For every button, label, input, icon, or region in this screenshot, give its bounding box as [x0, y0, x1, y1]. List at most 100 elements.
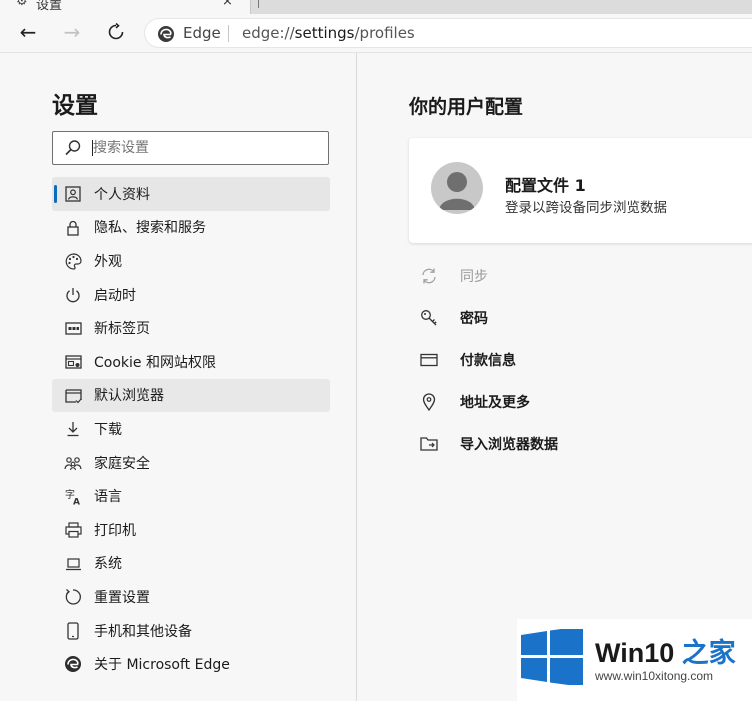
gear-icon: ⚙ — [16, 0, 28, 9]
watermark: Win10 之家 www.win10xitong.com — [517, 619, 752, 701]
url-host: settings — [294, 24, 355, 42]
sidebar-item-label: 外观 — [94, 253, 122, 270]
sidebar-item-label: 启动时 — [94, 287, 136, 304]
address-brand: Edge — [183, 24, 221, 42]
reset-icon — [64, 588, 82, 606]
settings-sidebar: 设置 个人资料 隐私、搜索和服务 外观 — [0, 53, 357, 701]
sidebar-item-downloads[interactable]: 下载 — [52, 412, 330, 446]
option-addresses[interactable]: 地址及更多 — [417, 390, 737, 414]
tab-settings[interactable]: ⚙ 设置 × — [0, 0, 251, 14]
watermark-title-accent: 之家 — [681, 638, 736, 668]
printer-icon — [64, 521, 82, 539]
sidebar-item-about[interactable]: 关于 Microsoft Edge — [52, 647, 330, 681]
option-label: 付款信息 — [460, 353, 516, 369]
sidebar-item-phone[interactable]: 手机和其他设备 — [52, 614, 330, 648]
sidebar-item-label: 打印机 — [94, 522, 136, 539]
browser-toolbar: ← → Edge edge://settings/profiles — [0, 14, 752, 53]
browser-icon — [64, 387, 82, 405]
download-icon — [64, 420, 82, 438]
profile-subtitle: 登录以跨设备同步浏览数据 — [505, 200, 667, 216]
sidebar-item-label: Cookie 和网站权限 — [94, 354, 216, 371]
address-separator — [228, 25, 229, 42]
profile-name: 配置文件 1 — [505, 176, 586, 195]
url-scheme: edge:// — [242, 24, 295, 42]
sidebar-nav: 个人资料 隐私、搜索和服务 外观 启动时 新标签页 Cookie 和网站权限 默… — [52, 177, 330, 681]
option-label: 同步 — [460, 269, 488, 285]
forward-arrow-icon: → — [63, 20, 81, 44]
search-box[interactable] — [52, 131, 329, 165]
sidebar-item-label: 新标签页 — [94, 321, 150, 338]
watermark-title-main: Win10 — [595, 638, 675, 668]
card-icon — [419, 350, 439, 370]
profiles-panel: 你的用户配置 配置文件 1 登录以跨设备同步浏览数据 同步 密码 付款信息 地址… — [357, 53, 752, 701]
sidebar-item-family-safety[interactable]: 家庭安全 — [52, 446, 330, 480]
back-button[interactable]: ← — [14, 18, 42, 46]
search-input[interactable] — [93, 132, 323, 163]
person-icon — [439, 172, 475, 210]
svg-text:A: A — [73, 497, 80, 505]
option-import[interactable]: 导入浏览器数据 — [417, 432, 737, 456]
option-passwords[interactable]: 密码 — [417, 306, 737, 330]
forward-button[interactable]: → — [58, 18, 86, 46]
edge-logo-icon — [64, 655, 82, 673]
tab-close-button[interactable]: × — [222, 0, 233, 9]
import-icon — [419, 434, 439, 454]
sync-icon — [419, 266, 439, 286]
sidebar-item-reset[interactable]: 重置设置 — [52, 580, 330, 614]
edge-logo-icon — [158, 26, 174, 42]
site-permissions-icon — [64, 353, 82, 371]
language-icon: 字A — [64, 487, 82, 505]
address-url: edge://settings/profiles — [242, 24, 415, 42]
sidebar-item-profiles[interactable]: 个人资料 — [52, 177, 330, 211]
option-label: 导入浏览器数据 — [460, 437, 558, 453]
profile-card[interactable]: 配置文件 1 登录以跨设备同步浏览数据 — [409, 138, 752, 243]
sidebar-item-cookies[interactable]: Cookie 和网站权限 — [52, 345, 330, 379]
family-icon — [64, 454, 82, 472]
sidebar-item-default-browser[interactable]: 默认浏览器 — [52, 378, 330, 413]
page-title: 你的用户配置 — [409, 96, 524, 118]
address-bar[interactable]: Edge edge://settings/profiles — [144, 18, 752, 48]
power-icon — [64, 286, 82, 304]
new-tab-icon — [64, 319, 82, 337]
sidebar-item-system[interactable]: 系统 — [52, 547, 330, 581]
watermark-url: www.win10xitong.com — [595, 669, 714, 683]
option-payment[interactable]: 付款信息 — [417, 348, 737, 372]
sidebar-item-privacy[interactable]: 隐私、搜索和服务 — [52, 211, 330, 245]
option-label: 地址及更多 — [460, 395, 530, 411]
sidebar-item-languages[interactable]: 字A 语言 — [52, 479, 330, 513]
sidebar-item-label: 隐私、搜索和服务 — [94, 220, 206, 237]
back-arrow-icon: ← — [19, 20, 37, 44]
sidebar-item-label: 重置设置 — [94, 589, 150, 606]
sidebar-item-appearance[interactable]: 外观 — [52, 244, 330, 278]
profile-icon — [64, 185, 82, 203]
sidebar-item-label: 关于 Microsoft Edge — [94, 657, 230, 674]
watermark-title: Win10 之家 — [595, 631, 736, 670]
palette-icon — [64, 252, 82, 270]
tab-divider — [258, 0, 259, 8]
sidebar-item-label: 默认浏览器 — [94, 388, 164, 405]
windows-logo-icon — [521, 629, 583, 685]
sidebar-item-label: 手机和其他设备 — [94, 623, 192, 640]
sidebar-item-label: 家庭安全 — [94, 455, 150, 472]
refresh-icon — [108, 23, 124, 40]
sidebar-item-printers[interactable]: 打印机 — [52, 513, 330, 547]
url-path: /profiles — [354, 24, 415, 42]
tab-strip: ⚙ 设置 × — [0, 0, 752, 14]
laptop-icon — [64, 555, 82, 573]
refresh-button[interactable] — [102, 18, 130, 46]
sidebar-item-label: 个人资料 — [94, 186, 150, 203]
sidebar-item-label: 下载 — [94, 421, 122, 438]
lock-icon — [64, 219, 82, 237]
sidebar-item-label: 语言 — [94, 489, 122, 506]
key-icon — [419, 308, 439, 328]
tab-title: 设置 — [36, 0, 63, 13]
sidebar-item-new-tab[interactable]: 新标签页 — [52, 311, 330, 345]
sidebar-item-startup[interactable]: 启动时 — [52, 278, 330, 312]
phone-icon — [64, 622, 82, 640]
sidebar-title: 设置 — [52, 93, 98, 119]
option-label: 密码 — [460, 311, 488, 327]
avatar — [431, 162, 483, 214]
search-icon — [65, 140, 81, 156]
location-pin-icon — [419, 392, 439, 412]
option-sync[interactable]: 同步 — [417, 264, 737, 288]
